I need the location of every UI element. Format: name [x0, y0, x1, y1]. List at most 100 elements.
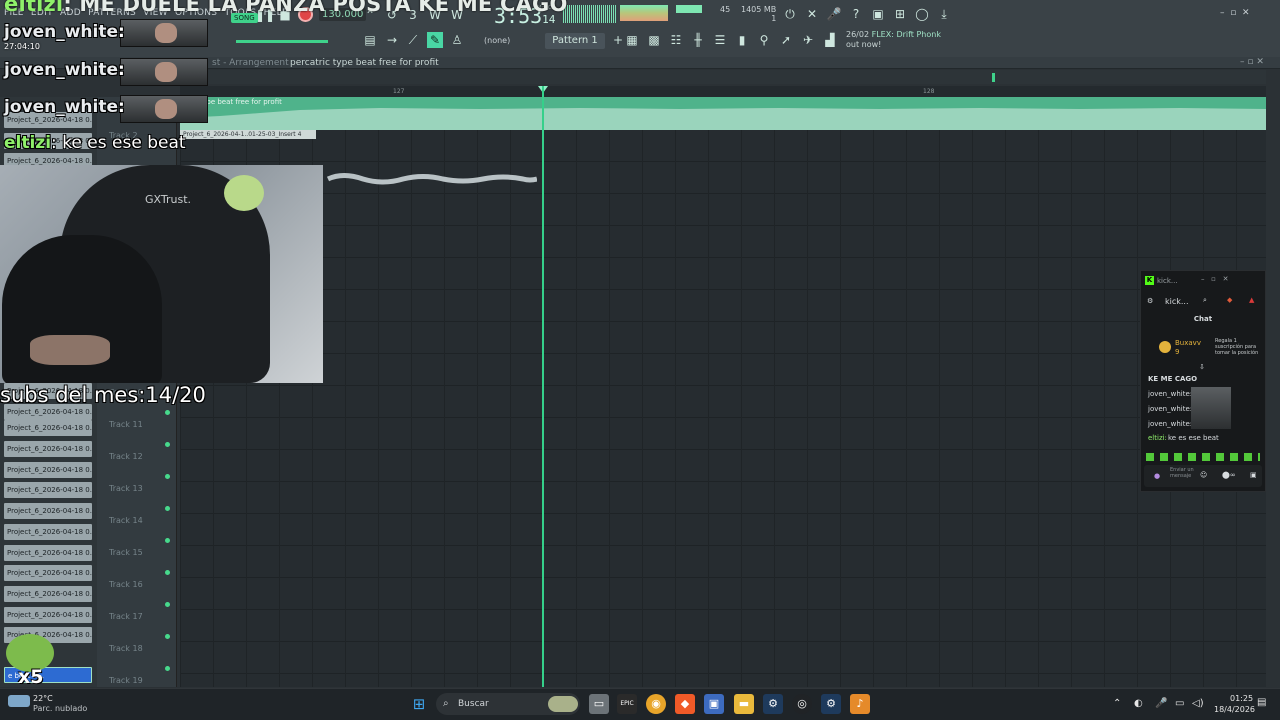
- track-enable-dot[interactable]: [165, 634, 170, 639]
- pencil-icon[interactable]: ✎: [427, 32, 443, 48]
- track-enable-dot[interactable]: [165, 666, 170, 671]
- clip-source[interactable]: Project_6_2026-04-18 0..: [4, 524, 92, 540]
- weather-icon[interactable]: [8, 695, 30, 707]
- gift-prompt[interactable]: Regala 1 suscripción para tomar la posic…: [1215, 338, 1265, 356]
- cart-icon[interactable]: ▟: [822, 32, 838, 48]
- clip-source[interactable]: Project_6_2026-04-18 0..: [4, 565, 92, 581]
- taskbar-time[interactable]: 01:25: [1230, 694, 1253, 703]
- brush-icon[interactable]: ⟋: [405, 32, 421, 48]
- stamp-icon[interactable]: ♙: [449, 32, 465, 48]
- alert-icon[interactable]: ▲: [1249, 296, 1254, 304]
- playlist-icon[interactable]: ▤: [362, 32, 378, 48]
- power-icon[interactable]: ⏻: [782, 6, 798, 22]
- overview-scrollbar[interactable]: [180, 70, 1266, 84]
- pattern-picker[interactable]: Pattern 1: [545, 33, 605, 49]
- clip-source[interactable]: Project_6_2026-04-18 0..: [4, 420, 92, 436]
- network-icon[interactable]: ▭: [1175, 698, 1184, 709]
- chrome-icon[interactable]: ◉: [646, 694, 666, 714]
- mic-icon[interactable]: ●: [1154, 472, 1160, 480]
- emote-bar[interactable]: [1146, 453, 1260, 461]
- project-name[interactable]: percatric type beat free for profit: [290, 58, 439, 68]
- track-name[interactable]: Track 12: [109, 452, 143, 461]
- taskbar-date[interactable]: 18/4/2026: [1214, 705, 1255, 714]
- download-icon[interactable]: ⤓: [936, 6, 952, 22]
- faders-icon[interactable]: ╫: [690, 32, 706, 48]
- clip-source[interactable]: Project_6_2026-04-18 0..: [4, 545, 92, 561]
- chat-icon[interactable]: ◯: [914, 6, 930, 22]
- weather-desc[interactable]: Parc. nublado: [33, 704, 87, 713]
- task-view-icon[interactable]: ▭: [589, 694, 609, 714]
- track-enable-dot[interactable]: [165, 410, 170, 415]
- fl-studio-icon[interactable]: ♪: [850, 694, 870, 714]
- piano-roll-icon[interactable]: ▦: [624, 32, 640, 48]
- help-icon[interactable]: ?: [848, 6, 864, 22]
- discord-icon[interactable]: ◐: [1134, 698, 1143, 709]
- timeline-ruler[interactable]: 127 128: [180, 86, 1266, 97]
- mic-tray-icon[interactable]: 🎤: [1155, 698, 1167, 709]
- clip-source[interactable]: Project_6_2026-04-18 0..: [4, 482, 92, 498]
- audio-clip-main[interactable]: [180, 97, 1266, 130]
- clip-source[interactable]: Project_6_2026-04-18 0..: [4, 441, 92, 457]
- notification-icon[interactable]: ▤: [1257, 697, 1266, 708]
- track-name[interactable]: Track 15: [109, 548, 143, 557]
- track-enable-dot[interactable]: [165, 538, 170, 543]
- track-name[interactable]: Track 19: [109, 676, 143, 685]
- points-icon[interactable]: ⬤∞: [1222, 471, 1236, 479]
- audio-clip-insert[interactable]: Project_6_2026-04-1..01-25-03_Insert 4: [180, 130, 316, 139]
- overview-thumb[interactable]: [992, 73, 995, 82]
- browser-icon[interactable]: ☰: [712, 32, 728, 48]
- track-name[interactable]: Track 17: [109, 612, 143, 621]
- windows-start-icon[interactable]: ⊞: [409, 694, 429, 714]
- mixer-icon[interactable]: ⊞: [892, 6, 908, 22]
- file-explorer-icon[interactable]: ▬: [734, 694, 754, 714]
- plugin-icon[interactable]: ⚲: [756, 32, 772, 48]
- window-controls[interactable]: – ▫ ✕: [1220, 8, 1250, 18]
- settings-icon[interactable]: ⚙: [1147, 297, 1153, 305]
- scroll-down-icon[interactable]: ⇩: [1199, 363, 1205, 371]
- channel-rack-icon[interactable]: ▩: [646, 32, 662, 48]
- track-name[interactable]: Track 18: [109, 644, 143, 653]
- clip-source[interactable]: Project_6_2026-04-18 0..: [4, 586, 92, 602]
- arrow-icon[interactable]: →: [384, 32, 400, 48]
- track-enable-dot[interactable]: [165, 602, 170, 607]
- track-enable-dot[interactable]: [165, 474, 170, 479]
- track-name[interactable]: Track 14: [109, 516, 143, 525]
- clip-source[interactable]: Project_6_2026-04-18 0..: [4, 462, 92, 478]
- address-bar[interactable]: kick...: [1165, 297, 1189, 306]
- mixer-view-icon[interactable]: ☷: [668, 32, 684, 48]
- waveform-clip[interactable]: [323, 170, 537, 188]
- tag-icon[interactable]: ✈: [800, 32, 816, 48]
- steam-icon[interactable]: ⚙: [763, 694, 783, 714]
- track-name[interactable]: Track 11: [109, 420, 143, 429]
- news-hint[interactable]: 26/02 FLEX: Drift Phonk out now!: [846, 30, 941, 50]
- mic-icon[interactable]: 🎤: [826, 6, 842, 22]
- clip-source[interactable]: Project_6_2026-04-18 0..: [4, 503, 92, 519]
- track-enable-dot[interactable]: [165, 442, 170, 447]
- popup-window-controls[interactable]: – ▫ ✕: [1201, 275, 1228, 283]
- brave-icon[interactable]: ◆: [1227, 296, 1232, 304]
- brave-icon[interactable]: ◆: [675, 694, 695, 714]
- zoom-icon[interactable]: ⌕: [1203, 296, 1207, 305]
- save-icon[interactable]: ▣: [870, 6, 886, 22]
- panel-controls[interactable]: – ▫ ✕: [1240, 57, 1264, 67]
- weather-temp[interactable]: 22°C: [33, 694, 53, 703]
- track-enable-dot[interactable]: [165, 506, 170, 511]
- volume-icon[interactable]: ◁): [1192, 698, 1204, 709]
- master-volume-slider[interactable]: [236, 40, 328, 43]
- epic-games-icon[interactable]: EPIC: [617, 694, 637, 714]
- steam-icon-2[interactable]: ⚙: [821, 694, 841, 714]
- pattern-selector[interactable]: (none): [484, 36, 510, 45]
- tray-chevron-icon[interactable]: ⌃: [1113, 698, 1121, 709]
- folder-icon[interactable]: ▮: [734, 32, 750, 48]
- track-enable-dot[interactable]: [165, 570, 170, 575]
- message-input[interactable]: ● Enviar un mensaje ☺ ⬤∞ ▣: [1144, 465, 1262, 487]
- app-icon[interactable]: ◎: [792, 694, 812, 714]
- cursor-icon[interactable]: ➚: [778, 32, 794, 48]
- gift-icon[interactable]: ▣: [1250, 471, 1257, 479]
- clip-source[interactable]: Project_6_2026-04-18 0..: [4, 607, 92, 623]
- tools-icon[interactable]: ✕: [804, 6, 820, 22]
- track-name[interactable]: Track 16: [109, 580, 143, 589]
- store-icon[interactable]: ▣: [704, 694, 724, 714]
- track-name[interactable]: Track 13: [109, 484, 143, 493]
- emote-picker-icon[interactable]: ☺: [1200, 471, 1207, 479]
